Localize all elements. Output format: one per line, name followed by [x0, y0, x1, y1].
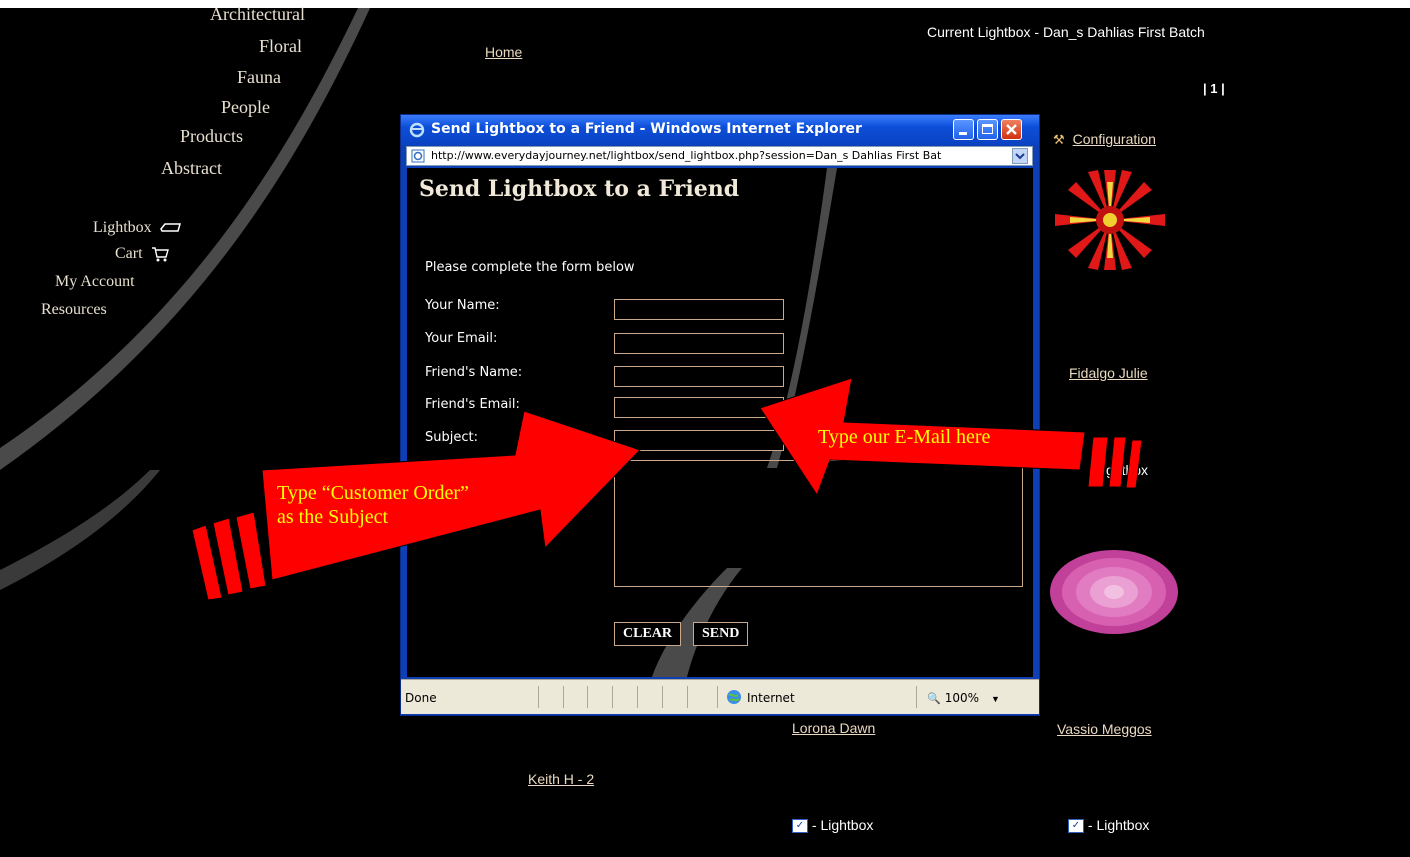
your-email-label: Your Email:	[425, 331, 498, 346]
lorona-dawn-link[interactable]: Lorona Dawn	[792, 720, 875, 736]
status-divider	[538, 686, 539, 708]
home-link[interactable]: Home	[485, 44, 522, 60]
add-to-lightbox-1[interactable]: ✓ - Lightbox	[792, 817, 874, 834]
your-name-label: Your Name:	[425, 298, 500, 313]
status-text: Done	[405, 691, 437, 705]
checkbox-icon: ✓	[1068, 819, 1084, 834]
ie-popup-window[interactable]: Send Lightbox to a Friend - Windows Inte…	[400, 114, 1040, 716]
internet-globe-icon	[727, 690, 741, 704]
current-lightbox-title: Current Lightbox - Dan_s Dahlias First B…	[927, 24, 1205, 40]
popup-content: Send Lightbox to a Friend Please complet…	[407, 168, 1033, 677]
form-heading: Send Lightbox to a Friend	[419, 176, 740, 202]
nav-floral[interactable]: Floral	[259, 36, 302, 57]
configuration-link[interactable]: ⚒ Configuration	[1053, 131, 1156, 149]
ie-logo-icon	[409, 122, 425, 138]
dahlia-pink-thumbnail[interactable]	[1048, 540, 1188, 650]
annotation-subject-hint-line2: as the Subject	[277, 506, 389, 528]
clear-button[interactable]: CLEAR	[614, 622, 682, 646]
configuration-label: Configuration	[1072, 131, 1156, 147]
send-button[interactable]: SEND	[693, 622, 749, 646]
nav-products[interactable]: Products	[180, 126, 243, 147]
nav-cart[interactable]: Cart	[115, 245, 169, 263]
vassio-meggos-link[interactable]: Vassio Meggos	[1057, 721, 1152, 737]
address-dropdown-button[interactable]	[1012, 148, 1028, 164]
annotation-subject-hint-line1: Type “Customer Order”	[277, 482, 469, 504]
lightbox-icon	[159, 223, 181, 233]
address-url: http://www.everydayjourney.net/lightbox/…	[431, 149, 942, 162]
keith-h2-link[interactable]: Keith H - 2	[528, 771, 594, 787]
dahlia-red-thumbnail[interactable]	[1040, 165, 1180, 275]
status-divider	[916, 686, 917, 708]
message-textarea[interactable]	[614, 460, 1023, 587]
close-button[interactable]	[1001, 119, 1022, 140]
nav-lightbox[interactable]: Lightbox	[93, 219, 182, 237]
subject-field[interactable]	[614, 430, 784, 451]
page-icon	[411, 149, 425, 163]
ie-title-bar[interactable]: Send Lightbox to a Friend - Windows Inte…	[401, 115, 1039, 145]
maximize-button[interactable]	[977, 119, 998, 140]
cart-icon	[151, 247, 169, 262]
zone-label: Internet	[747, 691, 795, 705]
pagination[interactable]: | 1 |	[1203, 81, 1225, 96]
status-divider	[687, 686, 688, 708]
ie-window-title: Send Lightbox to a Friend - Windows Inte…	[431, 121, 862, 137]
zoom-level: 100%	[944, 691, 980, 705]
friend-email-label: Friend's Email:	[425, 397, 520, 412]
nav-lightbox-label: Lightbox	[93, 219, 152, 236]
status-divider	[587, 686, 588, 708]
ie-status-bar: Done Internet 🔍 100% ▼	[401, 679, 1039, 714]
friend-name-field[interactable]	[614, 366, 784, 387]
content-swoosh	[652, 168, 837, 677]
chevron-down-icon	[1015, 153, 1025, 160]
minimize-button[interactable]	[953, 119, 974, 140]
annotation-email-hint: Type our E-Mail here	[818, 426, 991, 448]
friend-email-field[interactable]	[614, 397, 784, 418]
your-email-field[interactable]	[614, 333, 784, 354]
zoom-icon: 🔍	[927, 693, 941, 705]
nav-abstract[interactable]: Abstract	[161, 158, 222, 179]
status-divider	[563, 686, 564, 708]
chevron-down-icon: ▼	[991, 694, 1000, 704]
nav-cart-label: Cart	[115, 245, 143, 262]
friend-name-label: Friend's Name:	[425, 365, 523, 380]
nav-my-account[interactable]: My Account	[55, 273, 135, 291]
lightbox-label-1: - Lightbox	[808, 817, 874, 833]
nav-people[interactable]: People	[221, 97, 270, 118]
status-divider	[662, 686, 663, 708]
address-bar[interactable]: http://www.everydayjourney.net/lightbox/…	[406, 146, 1033, 166]
subject-label: Subject:	[425, 430, 478, 445]
status-divider	[637, 686, 638, 708]
nav-architectural[interactable]: Architectural	[210, 4, 305, 25]
message-label: M	[425, 459, 437, 474]
lightbox-partial-label[interactable]: ghtbox	[1106, 462, 1148, 478]
your-name-field[interactable]	[614, 299, 784, 320]
add-to-lightbox-2[interactable]: ✓ - Lightbox	[1068, 817, 1150, 834]
zoom-control[interactable]: 🔍 100% ▼	[927, 689, 1000, 707]
status-divider	[717, 686, 718, 708]
wrench-icon: ⚒	[1053, 132, 1065, 147]
status-divider	[612, 686, 613, 708]
nav-resources[interactable]: Resources	[41, 301, 107, 319]
checkbox-icon: ✓	[792, 819, 808, 834]
fidalgo-julie-link[interactable]: Fidalgo Julie	[1069, 365, 1148, 381]
close-icon	[1006, 124, 1017, 135]
lightbox-label-2: - Lightbox	[1084, 817, 1150, 833]
form-instructions: Please complete the form below	[425, 260, 635, 275]
nav-fauna[interactable]: Fauna	[237, 67, 281, 88]
